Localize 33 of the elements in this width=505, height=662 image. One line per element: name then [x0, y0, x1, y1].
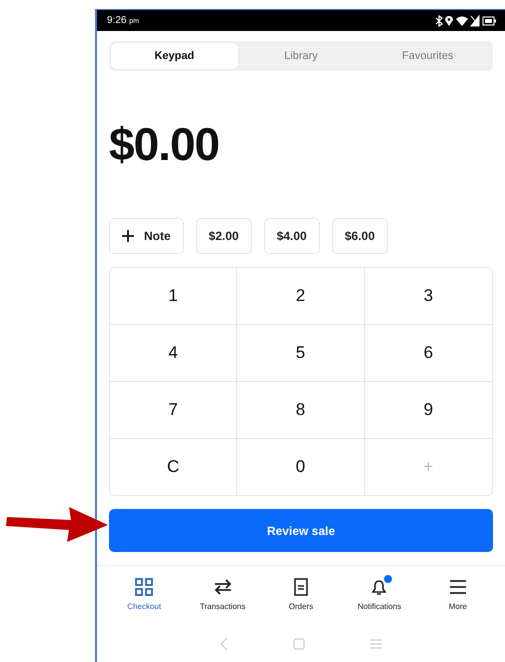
- back-icon[interactable]: [220, 637, 228, 651]
- keypad-key[interactable]: 8: [237, 382, 365, 439]
- receipt-icon: [294, 578, 308, 596]
- keypad-key[interactable]: 3: [364, 268, 492, 325]
- status-icons-drawing: [435, 14, 497, 26]
- bell-icon: [370, 578, 388, 596]
- nav-item[interactable]: Checkout: [105, 574, 184, 615]
- home-icon[interactable]: [292, 638, 305, 650]
- menu-icon: [448, 580, 467, 594]
- tab[interactable]: Keypad: [111, 43, 238, 69]
- tab[interactable]: Library: [238, 43, 364, 69]
- nav-item[interactable]: Transactions: [183, 574, 262, 615]
- note-button[interactable]: Note: [109, 218, 184, 254]
- quick-amount-button[interactable]: $4.00: [264, 218, 320, 254]
- nav-item[interactable]: Notifications: [340, 574, 419, 615]
- grid-icon: [135, 578, 154, 596]
- tab[interactable]: Favourites: [364, 43, 492, 69]
- keypad-key[interactable]: 4: [110, 325, 238, 382]
- amount-display: $0.00: [109, 117, 220, 171]
- keypad-key[interactable]: C: [110, 439, 238, 495]
- keypad-key[interactable]: 2: [237, 268, 365, 325]
- nav-item[interactable]: Orders: [262, 574, 340, 615]
- pointer-arrow-icon: [5, 505, 109, 543]
- recents-icon[interactable]: [370, 639, 382, 649]
- quick-amount-button[interactable]: $6.00: [332, 218, 388, 254]
- quick-amount-button[interactable]: $2.00: [196, 218, 252, 254]
- keypad-key[interactable]: 5: [237, 325, 365, 382]
- keypad-key[interactable]: 1: [110, 268, 238, 325]
- plus-icon: [122, 230, 134, 242]
- nav-item[interactable]: More: [418, 574, 498, 615]
- keypad-key[interactable]: 7: [110, 382, 238, 439]
- review-sale-button[interactable]: Review sale: [109, 509, 493, 552]
- swap-arrows-icon: [214, 579, 232, 595]
